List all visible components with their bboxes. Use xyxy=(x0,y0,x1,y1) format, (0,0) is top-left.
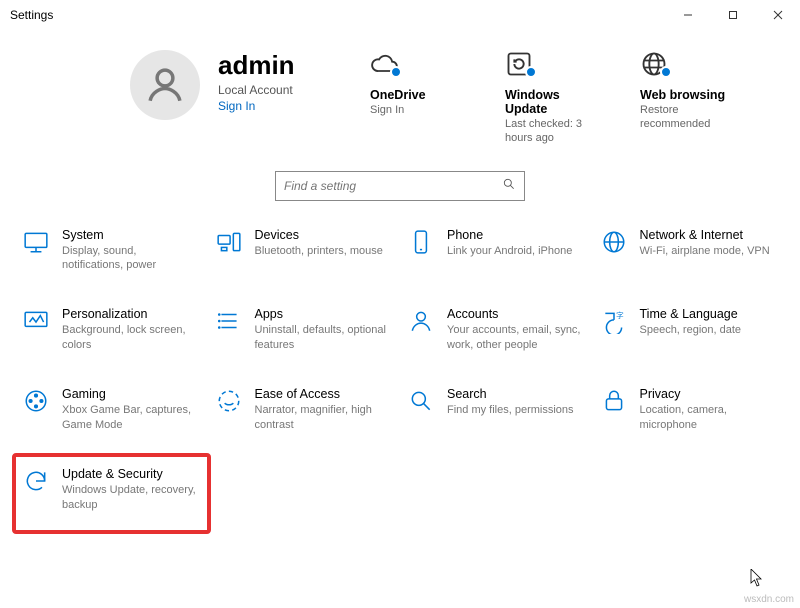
status-badge-icon xyxy=(390,66,402,78)
search-icon xyxy=(502,177,516,194)
category-sub: Wi-Fi, airplane mode, VPN xyxy=(640,244,779,259)
category-network[interactable]: Network & Internet Wi-Fi, airplane mode,… xyxy=(598,226,781,276)
avatar[interactable] xyxy=(130,50,200,120)
category-title: Phone xyxy=(447,228,586,242)
status-tiles: OneDrive Sign In Windows Update Last che… xyxy=(370,50,740,146)
category-title: System xyxy=(62,228,201,242)
category-update[interactable]: Update & Security Windows Update, recove… xyxy=(12,453,211,535)
category-sub: Xbox Game Bar, captures, Game Mode xyxy=(62,403,201,433)
close-button[interactable] xyxy=(755,0,800,30)
devices-icon xyxy=(215,228,243,256)
category-gaming[interactable]: Gaming Xbox Game Bar, captures, Game Mod… xyxy=(20,385,203,435)
tile-webbrowsing[interactable]: Web browsing Restore recommended xyxy=(640,50,740,146)
category-grid: System Display, sound, notifications, po… xyxy=(0,226,800,523)
minimize-button[interactable] xyxy=(665,0,710,30)
update-icon xyxy=(22,467,50,495)
tile-onedrive[interactable]: OneDrive Sign In xyxy=(370,50,470,146)
category-system[interactable]: System Display, sound, notifications, po… xyxy=(20,226,203,276)
category-title: Ease of Access xyxy=(255,387,394,401)
category-privacy[interactable]: Privacy Location, camera, microphone xyxy=(598,385,781,435)
category-sub: Windows Update, recovery, backup xyxy=(62,483,201,513)
category-title: Update & Security xyxy=(62,467,201,481)
status-badge-icon xyxy=(525,66,537,78)
category-title: Search xyxy=(447,387,586,401)
user-account-type: Local Account xyxy=(218,83,295,97)
category-accounts[interactable]: Accounts Your accounts, email, sync, wor… xyxy=(405,305,588,355)
category-sub: Location, camera, microphone xyxy=(640,403,779,433)
tile-title: Windows Update xyxy=(505,88,605,116)
category-title: Gaming xyxy=(62,387,201,401)
category-title: Devices xyxy=(255,228,394,242)
category-sub: Background, lock screen, colors xyxy=(62,323,201,353)
category-sub: Your accounts, email, sync, work, other … xyxy=(447,323,586,353)
apps-icon xyxy=(215,307,243,335)
gaming-icon xyxy=(22,387,50,415)
category-title: Privacy xyxy=(640,387,779,401)
privacy-icon xyxy=(600,387,628,415)
tile-title: OneDrive xyxy=(370,88,470,102)
personalization-icon xyxy=(22,307,50,335)
signin-link[interactable]: Sign In xyxy=(218,99,295,113)
header: admin Local Account Sign In OneDrive Sig… xyxy=(0,30,800,161)
search-icon xyxy=(407,387,435,415)
category-sub: Speech, region, date xyxy=(640,323,779,338)
status-badge-icon xyxy=(660,66,672,78)
titlebar: Settings xyxy=(0,0,800,30)
category-sub: Find my files, permissions xyxy=(447,403,586,418)
category-title: Network & Internet xyxy=(640,228,779,242)
tile-sub: Restore recommended xyxy=(640,103,740,132)
tile-sub: Last checked: 3 hours ago xyxy=(505,117,605,146)
system-icon xyxy=(22,228,50,256)
tile-winupdate[interactable]: Windows Update Last checked: 3 hours ago xyxy=(505,50,605,146)
category-apps[interactable]: Apps Uninstall, defaults, optional featu… xyxy=(213,305,396,355)
category-ease[interactable]: Ease of Access Narrator, magnifier, high… xyxy=(213,385,396,435)
cursor-icon xyxy=(750,569,764,590)
category-sub: Narrator, magnifier, high contrast xyxy=(255,403,394,433)
category-title: Time & Language xyxy=(640,307,779,321)
window-title: Settings xyxy=(10,8,53,22)
category-sub: Bluetooth, printers, mouse xyxy=(255,244,394,259)
tile-title: Web browsing xyxy=(640,88,740,102)
category-title: Personalization xyxy=(62,307,201,321)
category-phone[interactable]: Phone Link your Android, iPhone xyxy=(405,226,588,276)
category-sub: Link your Android, iPhone xyxy=(447,244,586,259)
search-input[interactable] xyxy=(284,179,502,193)
search-box[interactable] xyxy=(275,171,525,201)
category-personalization[interactable]: Personalization Background, lock screen,… xyxy=(20,305,203,355)
category-title: Apps xyxy=(255,307,394,321)
accounts-icon xyxy=(407,307,435,335)
time-icon xyxy=(600,307,628,335)
category-sub: Uninstall, defaults, optional features xyxy=(255,323,394,353)
attribution: wsxdn.com xyxy=(744,594,794,605)
category-title: Accounts xyxy=(447,307,586,321)
user-name: admin xyxy=(218,50,295,81)
category-devices[interactable]: Devices Bluetooth, printers, mouse xyxy=(213,226,396,276)
phone-icon xyxy=(407,228,435,256)
category-sub: Display, sound, notifications, power xyxy=(62,244,201,274)
category-search[interactable]: Search Find my files, permissions xyxy=(405,385,588,435)
ease-icon xyxy=(215,387,243,415)
category-time[interactable]: Time & Language Speech, region, date xyxy=(598,305,781,355)
maximize-button[interactable] xyxy=(710,0,755,30)
network-icon xyxy=(600,228,628,256)
tile-sub: Sign In xyxy=(370,103,470,117)
